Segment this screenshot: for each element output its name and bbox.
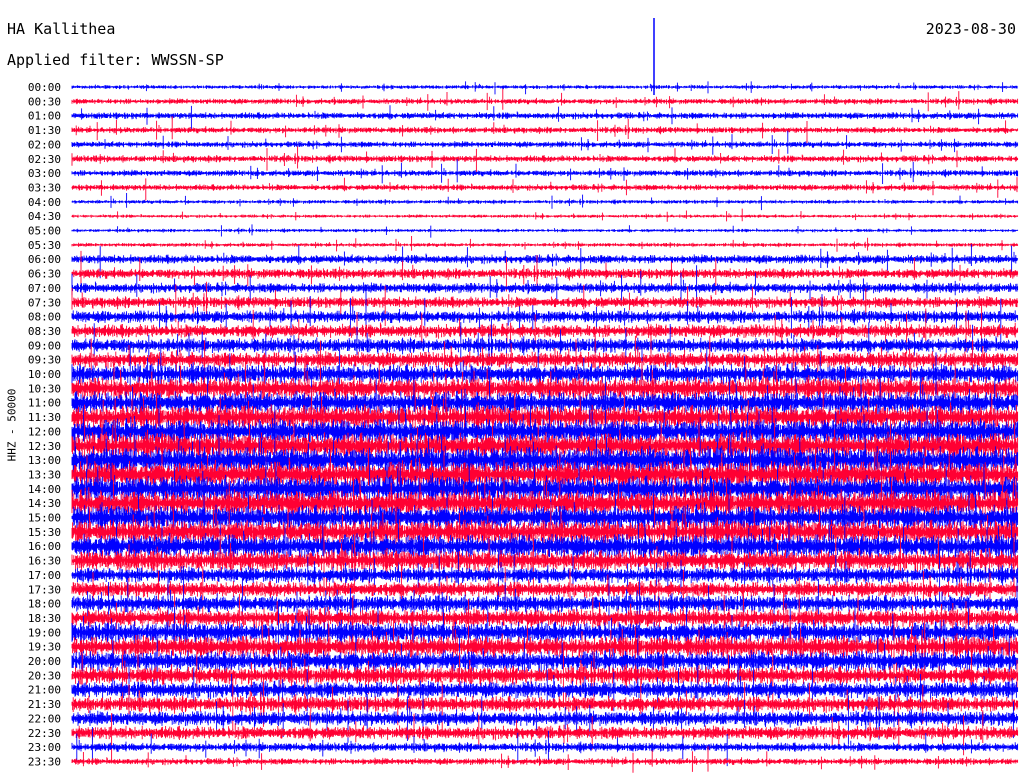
row-label: 10:00 — [28, 368, 61, 381]
row-label: 02:30 — [28, 153, 61, 166]
row-label: 21:00 — [28, 684, 61, 697]
row-label: 00:30 — [28, 95, 61, 108]
row-label: 23:30 — [28, 755, 61, 768]
row-label: 07:30 — [28, 296, 61, 309]
trace-row — [71, 177, 1019, 201]
row-label: 19:00 — [28, 626, 61, 639]
row-label: 00:00 — [28, 81, 61, 94]
row-label: 13:30 — [28, 468, 61, 481]
row-label: 05:30 — [28, 239, 61, 252]
row-label: 08:30 — [28, 325, 61, 338]
row-label: 17:00 — [28, 569, 61, 582]
row-label: 04:00 — [28, 196, 61, 209]
row-label: 01:00 — [28, 110, 61, 123]
row-label: 11:00 — [28, 397, 61, 410]
row-label: 03:00 — [28, 167, 61, 180]
row-label: 19:30 — [28, 641, 61, 654]
row-label: 22:30 — [28, 727, 61, 740]
row-label: 18:30 — [28, 612, 61, 625]
row-label: 20:30 — [28, 669, 61, 682]
row-label: 09:00 — [28, 339, 61, 352]
date-label: 2023-08-30 — [925, 20, 1016, 38]
trace-row — [71, 116, 1019, 144]
trace-row — [71, 81, 1019, 95]
row-label: 16:30 — [28, 555, 61, 568]
trace-row — [71, 236, 1019, 252]
row-label-group: 00:0000:30 01:0001:3002:00 02:3003:0003:30… — [28, 81, 61, 768]
trace-row — [71, 88, 1019, 112]
filter-label: Applied filter: WWSSN-SP — [7, 51, 224, 69]
row-label: 22:00 — [28, 712, 61, 725]
station-title: HA Kallithea — [7, 20, 116, 38]
row-label: 12:00 — [28, 425, 61, 438]
trace-row — [71, 208, 1019, 222]
row-label: 17:30 — [28, 583, 61, 596]
trace-row — [71, 146, 1019, 173]
row-label: 14:30 — [28, 497, 61, 510]
row-label: 04:30 — [28, 210, 61, 223]
row-label: 14:00 — [28, 483, 61, 496]
trace-row — [71, 105, 1019, 130]
row-label: 12:30 — [28, 440, 61, 453]
row-label: 06:00 — [28, 253, 61, 266]
trace-row — [71, 746, 1019, 773]
row-label: 05:00 — [28, 225, 61, 238]
row-label: 21:30 — [28, 698, 61, 711]
row-label: 18:00 — [28, 598, 61, 611]
row-label: 09:30 — [28, 354, 61, 367]
row-label: 06:30 — [28, 268, 61, 281]
row-label: 15:30 — [28, 526, 61, 539]
row-label: 01:30 — [28, 124, 61, 137]
trace-row — [71, 193, 1019, 211]
row-label: 07:00 — [28, 282, 61, 295]
row-label: 13:00 — [28, 454, 61, 467]
row-label: 10:30 — [28, 382, 61, 395]
row-label: 16:00 — [28, 540, 61, 553]
row-label: 23:00 — [28, 741, 61, 754]
y-axis-label: HHZ - 50000 — [5, 388, 19, 462]
trace-row — [71, 159, 1019, 184]
trace-row — [71, 130, 1019, 155]
row-label: 15:00 — [28, 512, 61, 525]
seismogram-plot: 00:0000:30 01:0001:3002:00 02:3003:0003:30… — [28, 18, 1019, 773]
trace-row — [71, 224, 1019, 238]
row-label: 03:30 — [28, 181, 61, 194]
row-label: 02:00 — [28, 138, 61, 151]
trace-group — [71, 18, 1019, 773]
row-label: 20:00 — [28, 655, 61, 668]
row-label: 08:00 — [28, 311, 61, 324]
row-label: 11:30 — [28, 411, 61, 424]
